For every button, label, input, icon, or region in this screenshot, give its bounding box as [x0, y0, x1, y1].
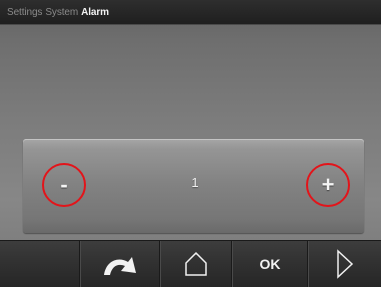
bottom-navigation-bar: OK — [0, 240, 381, 287]
back-button[interactable] — [80, 241, 160, 287]
decrease-button[interactable]: - — [42, 163, 86, 207]
nav-empty-slot — [0, 241, 80, 287]
back-arrow-icon — [104, 257, 136, 275]
increase-button[interactable]: + — [306, 163, 350, 207]
minus-icon: - — [60, 172, 68, 197]
home-button[interactable] — [160, 241, 232, 287]
plus-icon: + — [321, 172, 335, 197]
next-button[interactable] — [308, 241, 381, 287]
breadcrumb-settings[interactable]: Settings — [7, 7, 42, 18]
value-stepper-panel: - 1 + — [23, 139, 364, 233]
alarm-settings-screen: Settings System Alarm - 1 + OK — [0, 0, 381, 287]
breadcrumb-system[interactable]: System — [45, 7, 78, 18]
chevron-right-icon — [336, 249, 353, 279]
ok-label: OK — [259, 256, 281, 272]
breadcrumb: Settings System Alarm — [0, 0, 381, 25]
breadcrumb-alarm: Alarm — [81, 6, 109, 18]
stepper-value: 1 — [191, 175, 199, 190]
ok-button[interactable]: OK — [232, 241, 308, 287]
home-icon — [185, 251, 207, 276]
